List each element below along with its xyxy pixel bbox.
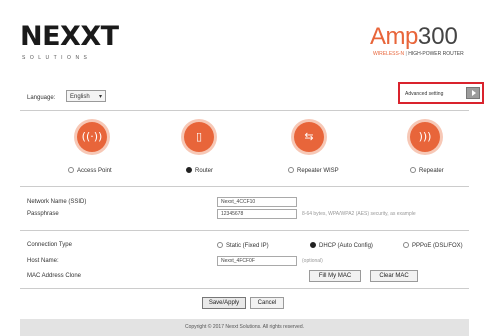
divider — [20, 110, 469, 111]
divider — [20, 186, 469, 187]
nexxt-logo: NEXXT — [20, 21, 119, 52]
mode-option-router[interactable]: Router — [186, 167, 213, 174]
fill-my-mac-button[interactable]: Fill My MAC — [309, 270, 361, 282]
host-name-input[interactable]: Nexxt_4FCF0F — [217, 256, 297, 266]
radio-dhcp[interactable] — [310, 242, 316, 248]
radio-pppoe[interactable] — [403, 242, 409, 248]
radio-router[interactable] — [186, 167, 192, 173]
language-value: English — [70, 94, 90, 100]
advanced-setting-label: Advanced setting — [405, 91, 444, 97]
mac-clone-label: MAC Address Clone — [27, 273, 82, 279]
radio-repeater[interactable] — [410, 167, 416, 173]
advanced-setting-button[interactable] — [466, 87, 480, 99]
radio-static[interactable] — [217, 242, 223, 248]
passphrase-hint: 8-64 bytes, WPA/WPA2 (AES) security, as … — [302, 211, 416, 217]
brand-amp: Amp — [370, 23, 418, 50]
clear-mac-button[interactable]: Clear MAC — [370, 270, 418, 282]
copyright-text: Copyright © 2017 Nexxt Solutions. All ri… — [184, 324, 305, 330]
radio-repeater-wisp[interactable] — [288, 167, 294, 173]
mode-option-access-point[interactable]: Access Point — [68, 167, 112, 174]
repeater-icon[interactable]: ))) — [410, 122, 440, 152]
divider — [20, 230, 469, 231]
brand-tag-right: HIGH-POWER ROUTER — [408, 51, 464, 57]
conn-option-pppoe[interactable]: PPPoE (DSL/FOX) — [403, 242, 463, 249]
host-name-hint: (optional) — [302, 258, 323, 264]
brand-tagline: WIRELESS-N | HIGH-POWER ROUTER — [373, 51, 464, 57]
mode-option-repeater-wisp[interactable]: Repeater WISP — [288, 167, 339, 174]
chevron-down-icon: ▾ — [98, 94, 102, 100]
conn-option-dhcp[interactable]: DHCP (Auto Config) — [310, 242, 373, 249]
brand-model: 300 — [417, 23, 458, 50]
cancel-button[interactable]: Cancel — [250, 297, 284, 309]
radio-access-point[interactable] — [68, 167, 74, 173]
ssid-label: Network Name (SSID) — [27, 199, 87, 205]
ssid-input[interactable]: Nexxt_4CCF10 — [217, 197, 297, 207]
passphrase-input[interactable]: 12345678 — [217, 209, 297, 219]
save-apply-button[interactable]: Save/Apply — [202, 297, 246, 309]
passphrase-label: Passphrase — [27, 211, 59, 217]
connection-type-label: Connection Type — [27, 242, 72, 248]
host-name-label: Host Name: — [27, 258, 59, 264]
logo-subtitle: SOLUTIONS — [22, 55, 92, 61]
product-brand: Amp300 — [370, 22, 458, 52]
language-select[interactable]: English ▾ — [66, 90, 106, 102]
divider — [20, 288, 469, 289]
conn-option-static[interactable]: Static (Fixed IP) — [217, 242, 269, 249]
router-icon[interactable]: ▯ — [184, 122, 214, 152]
arrow-right-icon — [472, 90, 476, 96]
mode-option-repeater[interactable]: Repeater — [410, 167, 444, 174]
access-point-icon[interactable]: ((·)) — [77, 122, 107, 152]
brand-tag-left: WIRELESS-N — [373, 51, 405, 57]
repeater-wisp-icon[interactable]: ⇆ — [294, 122, 324, 152]
language-label: Language: — [27, 95, 56, 101]
